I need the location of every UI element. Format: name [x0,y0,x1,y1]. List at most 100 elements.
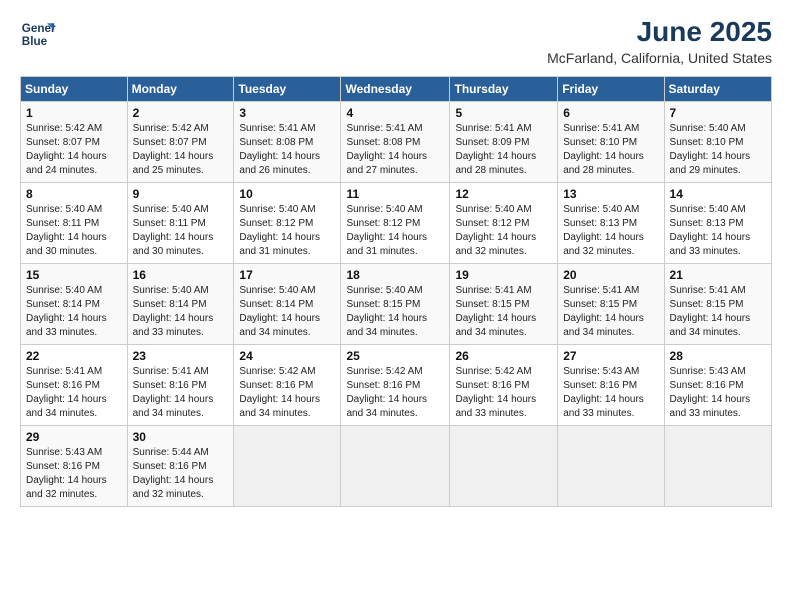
day-info: Sunrise: 5:41 AMSunset: 8:10 PMDaylight:… [563,123,644,176]
day-cell: 4 Sunrise: 5:41 AMSunset: 8:08 PMDayligh… [341,102,450,183]
day-info: Sunrise: 5:40 AMSunset: 8:14 PMDaylight:… [133,285,214,338]
day-info: Sunrise: 5:41 AMSunset: 8:16 PMDaylight:… [133,366,214,419]
header: General Blue June 2025 McFarland, Califo… [20,16,772,66]
day-info: Sunrise: 5:40 AMSunset: 8:14 PMDaylight:… [26,285,107,338]
day-number: 3 [239,106,335,120]
day-number: 27 [563,349,658,363]
day-cell: 13 Sunrise: 5:40 AMSunset: 8:13 PMDaylig… [558,183,664,264]
day-cell: 6 Sunrise: 5:41 AMSunset: 8:10 PMDayligh… [558,102,664,183]
day-cell [341,426,450,507]
day-number: 11 [346,187,444,201]
day-cell [664,426,771,507]
day-info: Sunrise: 5:41 AMSunset: 8:08 PMDaylight:… [346,123,427,176]
day-number: 5 [455,106,552,120]
day-number: 29 [26,430,122,444]
day-number: 6 [563,106,658,120]
day-number: 12 [455,187,552,201]
header-row: Sunday Monday Tuesday Wednesday Thursday… [21,77,772,102]
day-info: Sunrise: 5:42 AMSunset: 8:07 PMDaylight:… [26,123,107,176]
day-cell: 25 Sunrise: 5:42 AMSunset: 8:16 PMDaylig… [341,345,450,426]
day-number: 7 [670,106,766,120]
day-info: Sunrise: 5:42 AMSunset: 8:16 PMDaylight:… [455,366,536,419]
day-info: Sunrise: 5:43 AMSunset: 8:16 PMDaylight:… [670,366,751,419]
day-info: Sunrise: 5:41 AMSunset: 8:15 PMDaylight:… [670,285,751,338]
week-row-5: 29 Sunrise: 5:43 AMSunset: 8:16 PMDaylig… [21,426,772,507]
day-info: Sunrise: 5:43 AMSunset: 8:16 PMDaylight:… [26,447,107,500]
day-cell: 20 Sunrise: 5:41 AMSunset: 8:15 PMDaylig… [558,264,664,345]
col-wednesday: Wednesday [341,77,450,102]
day-cell [558,426,664,507]
day-number: 30 [133,430,229,444]
week-row-4: 22 Sunrise: 5:41 AMSunset: 8:16 PMDaylig… [21,345,772,426]
day-info: Sunrise: 5:41 AMSunset: 8:15 PMDaylight:… [455,285,536,338]
day-info: Sunrise: 5:42 AMSunset: 8:07 PMDaylight:… [133,123,214,176]
subtitle: McFarland, California, United States [547,50,772,66]
day-cell: 8 Sunrise: 5:40 AMSunset: 8:11 PMDayligh… [21,183,128,264]
logo: General Blue [20,16,56,52]
day-cell: 2 Sunrise: 5:42 AMSunset: 8:07 PMDayligh… [127,102,234,183]
day-number: 19 [455,268,552,282]
day-cell [234,426,341,507]
day-cell: 26 Sunrise: 5:42 AMSunset: 8:16 PMDaylig… [450,345,558,426]
day-info: Sunrise: 5:40 AMSunset: 8:11 PMDaylight:… [26,204,107,257]
day-cell: 29 Sunrise: 5:43 AMSunset: 8:16 PMDaylig… [21,426,128,507]
day-number: 17 [239,268,335,282]
day-info: Sunrise: 5:40 AMSunset: 8:12 PMDaylight:… [239,204,320,257]
calendar: Sunday Monday Tuesday Wednesday Thursday… [20,76,772,507]
day-info: Sunrise: 5:42 AMSunset: 8:16 PMDaylight:… [346,366,427,419]
day-number: 14 [670,187,766,201]
col-friday: Friday [558,77,664,102]
day-info: Sunrise: 5:40 AMSunset: 8:12 PMDaylight:… [455,204,536,257]
day-number: 4 [346,106,444,120]
col-tuesday: Tuesday [234,77,341,102]
day-info: Sunrise: 5:40 AMSunset: 8:15 PMDaylight:… [346,285,427,338]
day-info: Sunrise: 5:41 AMSunset: 8:15 PMDaylight:… [563,285,644,338]
day-cell: 23 Sunrise: 5:41 AMSunset: 8:16 PMDaylig… [127,345,234,426]
col-thursday: Thursday [450,77,558,102]
day-info: Sunrise: 5:40 AMSunset: 8:10 PMDaylight:… [670,123,751,176]
week-row-3: 15 Sunrise: 5:40 AMSunset: 8:14 PMDaylig… [21,264,772,345]
day-number: 10 [239,187,335,201]
col-saturday: Saturday [664,77,771,102]
day-cell: 11 Sunrise: 5:40 AMSunset: 8:12 PMDaylig… [341,183,450,264]
day-info: Sunrise: 5:42 AMSunset: 8:16 PMDaylight:… [239,366,320,419]
day-number: 9 [133,187,229,201]
day-cell: 28 Sunrise: 5:43 AMSunset: 8:16 PMDaylig… [664,345,771,426]
day-cell: 3 Sunrise: 5:41 AMSunset: 8:08 PMDayligh… [234,102,341,183]
day-info: Sunrise: 5:41 AMSunset: 8:08 PMDaylight:… [239,123,320,176]
svg-text:Blue: Blue [22,35,48,48]
day-cell: 1 Sunrise: 5:42 AMSunset: 8:07 PMDayligh… [21,102,128,183]
day-info: Sunrise: 5:40 AMSunset: 8:12 PMDaylight:… [346,204,427,257]
day-info: Sunrise: 5:40 AMSunset: 8:13 PMDaylight:… [670,204,751,257]
day-info: Sunrise: 5:41 AMSunset: 8:09 PMDaylight:… [455,123,536,176]
day-cell: 16 Sunrise: 5:40 AMSunset: 8:14 PMDaylig… [127,264,234,345]
day-info: Sunrise: 5:40 AMSunset: 8:14 PMDaylight:… [239,285,320,338]
main-title: June 2025 [547,16,772,48]
day-cell: 24 Sunrise: 5:42 AMSunset: 8:16 PMDaylig… [234,345,341,426]
day-number: 22 [26,349,122,363]
week-row-1: 1 Sunrise: 5:42 AMSunset: 8:07 PMDayligh… [21,102,772,183]
day-cell: 12 Sunrise: 5:40 AMSunset: 8:12 PMDaylig… [450,183,558,264]
day-info: Sunrise: 5:41 AMSunset: 8:16 PMDaylight:… [26,366,107,419]
day-cell: 7 Sunrise: 5:40 AMSunset: 8:10 PMDayligh… [664,102,771,183]
day-number: 1 [26,106,122,120]
day-info: Sunrise: 5:44 AMSunset: 8:16 PMDaylight:… [133,447,214,500]
day-number: 28 [670,349,766,363]
day-cell [450,426,558,507]
day-number: 23 [133,349,229,363]
day-number: 15 [26,268,122,282]
day-number: 21 [670,268,766,282]
day-cell: 9 Sunrise: 5:40 AMSunset: 8:11 PMDayligh… [127,183,234,264]
day-cell: 14 Sunrise: 5:40 AMSunset: 8:13 PMDaylig… [664,183,771,264]
col-monday: Monday [127,77,234,102]
week-row-2: 8 Sunrise: 5:40 AMSunset: 8:11 PMDayligh… [21,183,772,264]
day-cell: 15 Sunrise: 5:40 AMSunset: 8:14 PMDaylig… [21,264,128,345]
day-number: 13 [563,187,658,201]
day-info: Sunrise: 5:43 AMSunset: 8:16 PMDaylight:… [563,366,644,419]
day-cell: 19 Sunrise: 5:41 AMSunset: 8:15 PMDaylig… [450,264,558,345]
day-number: 25 [346,349,444,363]
day-cell: 5 Sunrise: 5:41 AMSunset: 8:09 PMDayligh… [450,102,558,183]
day-number: 2 [133,106,229,120]
day-number: 16 [133,268,229,282]
day-cell: 17 Sunrise: 5:40 AMSunset: 8:14 PMDaylig… [234,264,341,345]
